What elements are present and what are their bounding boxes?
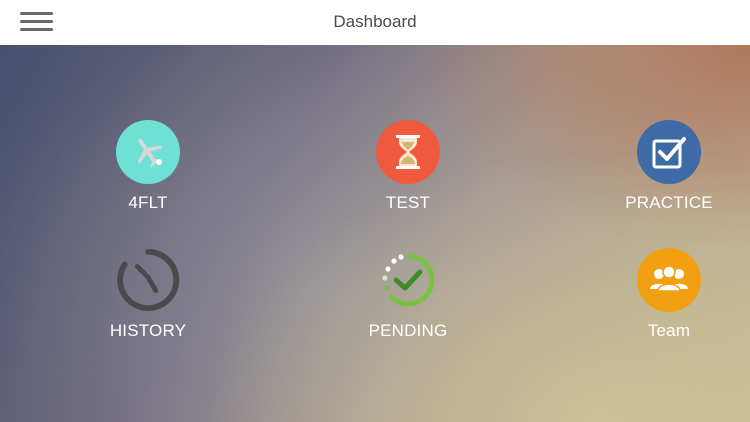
checkbox-icon	[637, 120, 701, 184]
tile-label-history: HISTORY	[109, 321, 187, 340]
top-bar: Dashboard	[0, 0, 750, 45]
tile-4flt[interactable]: 4FLT	[73, 120, 223, 230]
tile-test[interactable]: TEST	[333, 120, 483, 230]
hourglass-icon	[376, 120, 440, 184]
tile-label-practice: PRACTICE	[625, 193, 713, 212]
tile-practice[interactable]: PRACTICE	[594, 120, 744, 230]
airplane-icon	[116, 120, 180, 184]
tile-label-test: TEST	[385, 193, 431, 212]
tile-label-4flt: 4FLT	[128, 193, 168, 212]
dashboard-grid: 4FLT TEST PRACTICE HISTORY PENDING Team	[0, 45, 750, 422]
pending-check-icon	[376, 248, 440, 312]
team-icon	[637, 248, 701, 312]
history-clock-icon	[116, 248, 180, 312]
tile-team[interactable]: Team	[594, 248, 744, 358]
tile-label-pending: PENDING	[368, 321, 448, 340]
tile-history[interactable]: HISTORY	[73, 248, 223, 358]
page-title: Dashboard	[333, 12, 417, 31]
tile-pending[interactable]: PENDING	[333, 248, 483, 358]
tile-label-team: Team	[647, 321, 691, 340]
